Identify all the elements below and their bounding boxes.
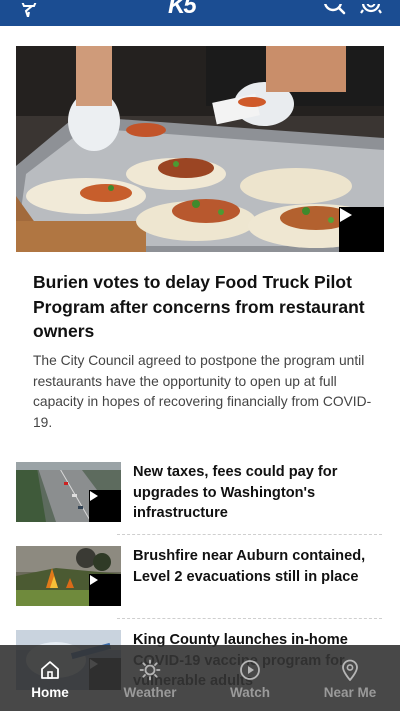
nav-watch[interactable]: Watch [200,645,300,711]
star-icon [21,3,37,17]
video-play-button[interactable] [89,574,121,606]
nav-near-me[interactable]: Near Me [300,645,400,711]
bottom-nav: Home Weather Watch Near Me [0,645,400,711]
gear-icon [360,4,382,14]
nav-label: Watch [230,685,270,700]
nav-label: Weather [123,685,177,700]
video-play-button[interactable] [89,490,121,522]
nav-home[interactable]: Home [0,645,100,711]
story-thumbnail[interactable] [16,546,121,606]
play-icon [90,575,98,585]
food-truck-tacos-photo [16,46,384,252]
location-pin-icon [339,658,361,682]
search-icon [324,4,346,15]
station-logo[interactable]: K5 [168,0,197,19]
story-headline[interactable]: New taxes, fees could pay for upgrades t… [133,462,378,524]
nav-label: Home [31,685,69,700]
hero-headline[interactable]: Burien votes to delay Food Truck Pilot P… [33,270,373,344]
play-icon [90,491,98,501]
nav-label: Near Me [323,685,377,700]
favorites-button[interactable] [16,0,42,20]
story-item[interactable]: Brushfire near Auburn contained, Level 2… [16,546,384,616]
hero-summary: The City Council agreed to postpone the … [33,353,372,430]
story-thumbnail[interactable] [16,462,121,522]
sun-icon [139,658,161,682]
nav-weather[interactable]: Weather [100,645,200,711]
home-icon [39,658,61,682]
app-header: K5 [0,0,400,26]
search-button[interactable] [322,0,348,20]
divider [117,618,382,619]
story-headline[interactable]: Brushfire near Auburn contained, Level 2… [133,546,378,587]
settings-button[interactable] [358,0,384,20]
divider [117,534,382,535]
hero-image[interactable] [16,46,384,252]
story-item[interactable]: New taxes, fees could pay for upgrades t… [16,462,384,532]
play-icon [340,208,352,222]
play-circle-icon [239,658,261,682]
video-play-button[interactable] [339,207,384,252]
